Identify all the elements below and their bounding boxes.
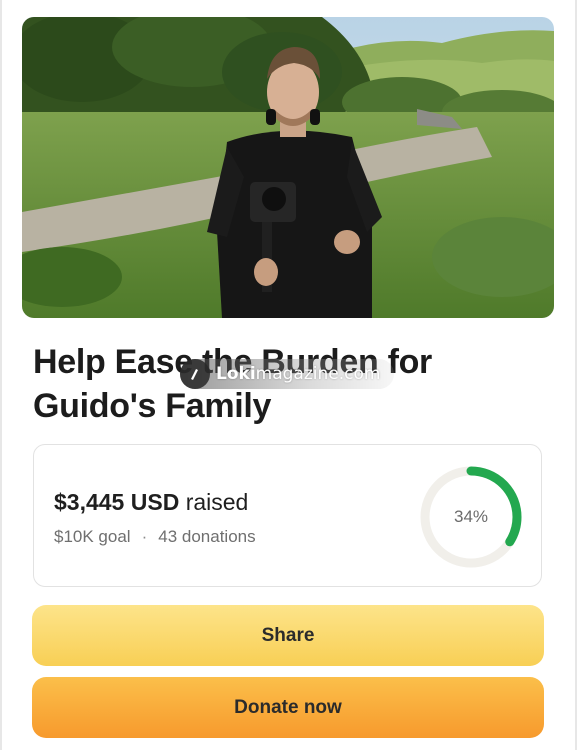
amount-raised-suffix: raised <box>185 489 249 515</box>
amount-raised-value: $3,445 USD <box>54 489 180 515</box>
hero-photo-illustration <box>22 17 554 318</box>
separator-dot: · <box>141 527 148 546</box>
share-button[interactable]: Share <box>32 605 544 666</box>
watermark-text: Lokimagazine.com <box>216 364 380 384</box>
watermark-brand-bold: Loki <box>216 364 256 384</box>
donation-count: 43 donations <box>158 527 256 546</box>
watermark-brand-rest: magazine.com <box>255 364 381 384</box>
campaign-hero-image[interactable] <box>22 17 554 318</box>
campaign-page: Help Ease the Burden for Guido's Family … <box>0 0 577 750</box>
left-edge-divider <box>0 0 2 750</box>
donate-now-button[interactable]: Donate now <box>32 677 544 738</box>
pen-nib-icon <box>180 359 210 389</box>
progress-ring: 34% <box>419 465 523 569</box>
goal-summary: $10K goal · 43 donations <box>54 527 256 547</box>
goal-amount: $10K goal <box>54 527 131 546</box>
progress-percent: 34% <box>453 507 489 526</box>
amount-raised: $3,445 USD raised <box>54 489 248 516</box>
publisher-watermark: Lokimagazine.com <box>180 359 395 389</box>
fundraising-progress-card: $3,445 USD raised $10K goal · 43 donatio… <box>33 444 542 587</box>
